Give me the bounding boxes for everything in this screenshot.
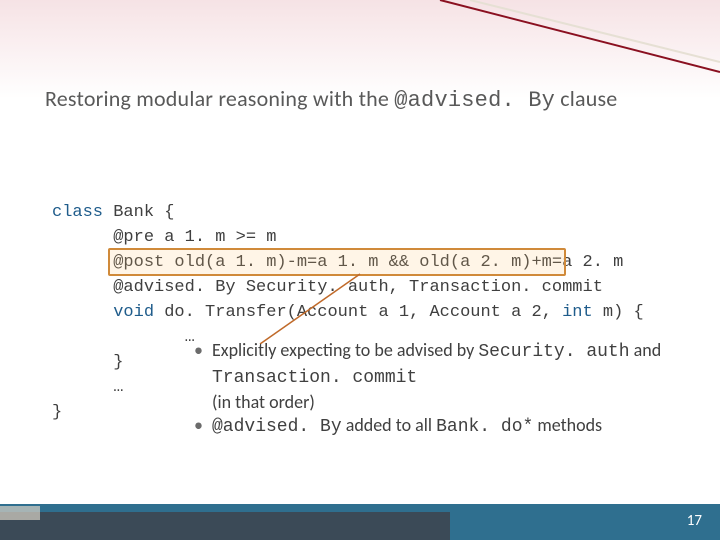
b1-mid: and [630,339,662,361]
code-l5e: m) { [593,303,644,322]
b2-mono-1: @advised. By [212,417,342,437]
footer-accent [0,506,40,520]
code-l1b: Bank { [103,203,174,222]
code-l9: } [52,403,62,422]
code-l5a [52,303,113,322]
title-post: clause [555,85,617,112]
bullet-dot-icon: • [194,413,203,437]
b1-mono-1: Security. auth [478,342,629,362]
code-l4: @advised. By Security. auth, Transaction… [52,278,603,297]
footer: 17 [0,500,720,540]
b2-mid: added to all [342,414,436,436]
title-pre: Restoring modular reasoning with the [45,85,394,112]
kw-void: void [113,303,154,322]
footer-bar-left [0,512,450,540]
slide-title: Restoring modular reasoning with the @ad… [45,85,617,113]
bullet-1: • Explicitly expecting to be advised by … [212,338,702,414]
title-mono: @advised. By [394,88,555,113]
highlight-box [108,248,566,276]
b1-text-b: (in that order) [212,391,315,413]
b1-mono-2: Transaction. commit [212,368,417,388]
code-l8: … [52,378,123,397]
code-l7: } [52,353,123,372]
b2-mono-2: Bank. do* [436,417,533,437]
b2-end: methods [533,414,602,436]
page-number: 17 [687,512,702,530]
code-l5c: do. Transfer(Account a 1, Account a 2, [154,303,562,322]
code-l6: … [52,328,195,347]
code-l2: @pre a 1. m >= m [52,228,276,247]
bullet-dot-icon: • [194,338,203,362]
kw-int: int [562,303,593,322]
kw-class: class [52,203,103,222]
bullet-2: • @advised. By added to all Bank. do* me… [212,413,702,439]
b1-text-a: Explicitly expecting to be advised by [212,339,478,361]
